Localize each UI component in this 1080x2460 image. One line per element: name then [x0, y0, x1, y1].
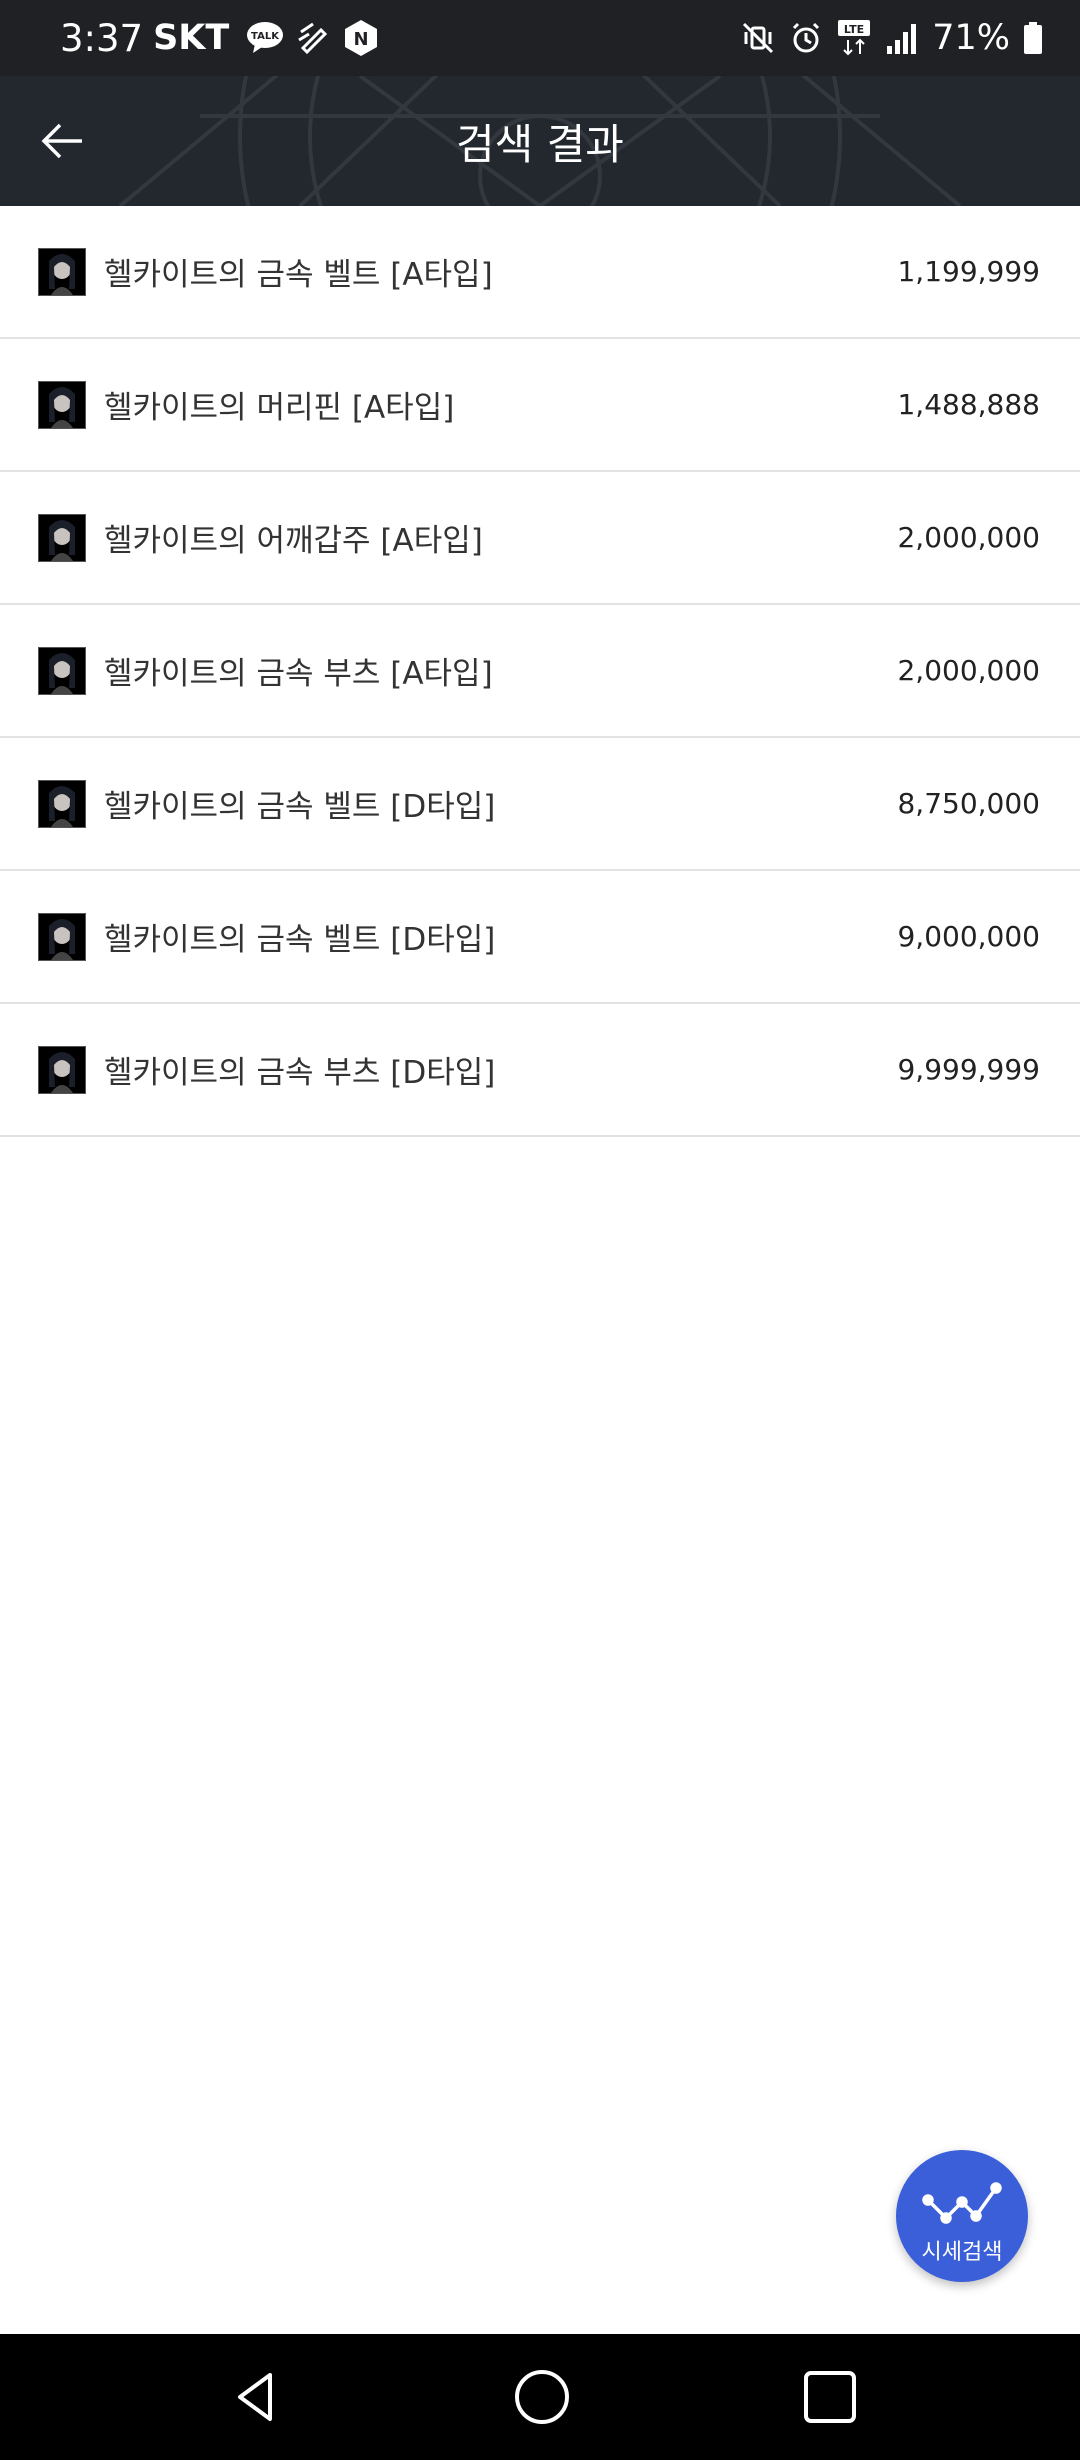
n-badge-text: N [354, 29, 369, 50]
battery-icon [1022, 20, 1044, 56]
item-thumbnail [38, 647, 86, 695]
item-name: 헬카이트의 금속 벨트 [D타입] [104, 789, 496, 825]
lte-icon: LTE [836, 18, 872, 58]
item-price: 1,199,999 [897, 255, 1040, 288]
list-item[interactable]: 헬카이트의 금속 벨트 [A타입] 1,199,999 [0, 206, 1080, 339]
status-carrier: SKT [153, 18, 230, 58]
item-price: 2,000,000 [897, 654, 1040, 687]
list-item[interactable]: 헬카이트의 금속 벨트 [D타입] 8,750,000 [0, 738, 1080, 871]
item-thumbnail [38, 1046, 86, 1094]
item-name: 헬카이트의 어깨갑주 [A타입] [104, 523, 483, 559]
item-thumbnail [38, 514, 86, 562]
status-time: 3:37 [60, 16, 144, 60]
item-name: 헬카이트의 머리핀 [A타입] [104, 390, 455, 426]
item-thumbnail [38, 381, 86, 429]
nav-recents-button[interactable] [794, 2361, 866, 2433]
item-price: 8,750,000 [897, 787, 1040, 820]
item-price: 9,000,000 [897, 920, 1040, 953]
list-item[interactable]: 헬카이트의 어깨갑주 [A타입] 2,000,000 [0, 472, 1080, 605]
item-price: 1,488,888 [897, 388, 1040, 421]
circle-home-icon [515, 2370, 569, 2424]
list-item[interactable]: 헬카이트의 머리핀 [A타입] 1,488,888 [0, 339, 1080, 472]
kakaotalk-icon: TALK [245, 20, 285, 56]
item-name: 헬카이트의 금속 벨트 [D타입] [104, 922, 496, 958]
signal-icon [884, 20, 920, 56]
status-bar: 3:37 SKT TALK N LTE 71% [0, 0, 1080, 76]
item-thumbnail [38, 248, 86, 296]
app-bar: 검색 결과 [0, 76, 1080, 206]
item-name: 헬카이트의 금속 부츠 [D타입] [104, 1055, 496, 1091]
list-item[interactable]: 헬카이트의 금속 부츠 [D타입] 9,999,999 [0, 1004, 1080, 1137]
nav-back-button[interactable] [220, 2361, 292, 2433]
status-left: 3:37 SKT TALK N [60, 0, 381, 76]
lte-badge-text: LTE [844, 23, 864, 36]
nav-home-button[interactable] [506, 2361, 578, 2433]
item-price: 2,000,000 [897, 521, 1040, 554]
battery-percent: 71% [932, 18, 1010, 58]
naver-n-icon: N [341, 18, 381, 58]
vibrate-mute-icon [740, 20, 776, 56]
price-search-fab[interactable]: 시세검색 [896, 2150, 1028, 2282]
results-list: 헬카이트의 금속 벨트 [A타입] 1,199,999 헬카이트의 머리핀 [A… [0, 206, 1080, 1137]
system-nav-bar [0, 2334, 1080, 2460]
item-name: 헬카이트의 금속 부츠 [A타입] [104, 656, 493, 692]
item-name: 헬카이트의 금속 벨트 [A타입] [104, 257, 493, 293]
fab-label: 시세검색 [921, 2240, 1003, 2265]
pen-note-icon [295, 20, 331, 56]
item-thumbnail [38, 913, 86, 961]
triangle-back-icon [238, 2373, 272, 2421]
alarm-icon [788, 20, 824, 56]
item-thumbnail [38, 780, 86, 828]
status-right: LTE 71% [740, 0, 1044, 76]
item-price: 9,999,999 [897, 1053, 1040, 1086]
list-item[interactable]: 헬카이트의 금속 벨트 [D타입] 9,000,000 [0, 871, 1080, 1004]
square-recents-icon [804, 2371, 856, 2423]
trend-chart-icon [922, 2182, 1002, 2224]
page-title: 검색 결과 [456, 119, 624, 169]
talk-badge-text: TALK [251, 31, 280, 42]
list-item[interactable]: 헬카이트의 금속 부츠 [A타입] 2,000,000 [0, 605, 1080, 738]
